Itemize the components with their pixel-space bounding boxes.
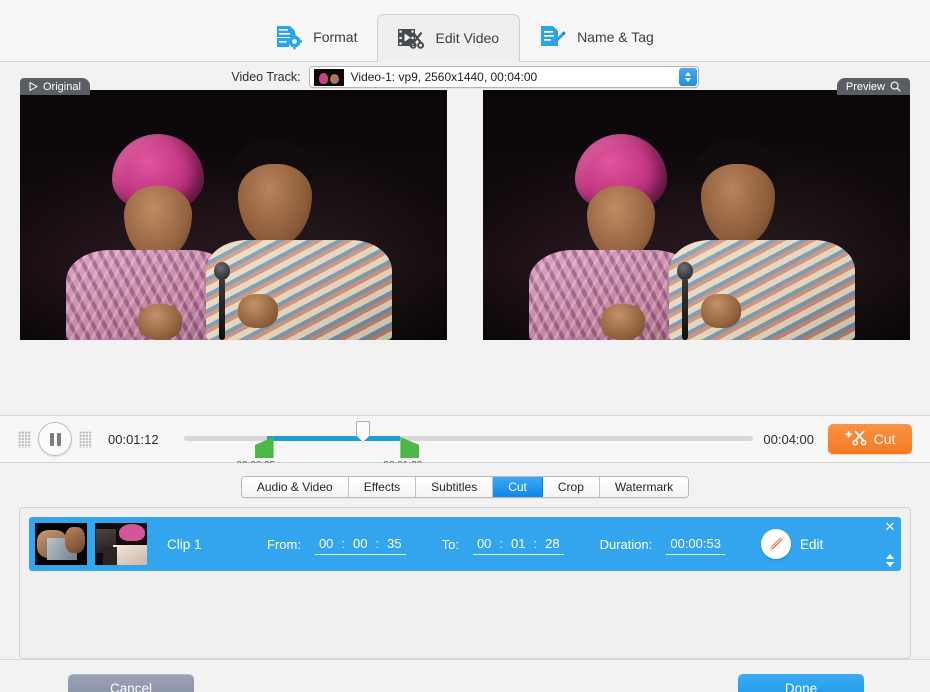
cancel-button-label: Cancel	[109, 681, 153, 692]
clip-list: Clip 1 From: 00 : 00 : 35 To: 00 : 01: …	[19, 507, 911, 659]
transport-bar: 00:01:12 00:00:35 00:01:28 00:04:00 Cut	[0, 415, 930, 471]
time-separator: :	[375, 535, 380, 551]
clip-to-field[interactable]: To: 00 : 01 : 28	[442, 534, 564, 555]
sub-tab-subtitles[interactable]: Subtitles	[416, 477, 494, 497]
document-gear-icon	[274, 24, 303, 50]
video-thumbnail-icon	[313, 68, 344, 86]
sub-tab-watermark[interactable]: Watermark	[599, 477, 689, 497]
dialog-footer: Cancel Done	[0, 659, 930, 692]
video-track-label: Video Track:	[231, 70, 301, 84]
clip-from-minutes[interactable]: 00	[353, 536, 367, 551]
video-track-select[interactable]: Video-1: vp9, 2560x1440, 00:04:00	[308, 66, 699, 88]
tab-edit-video-label: Edit Video	[435, 30, 500, 46]
clip-duration-label: Duration:	[599, 536, 653, 552]
tab-name-and-tag-label: Name & Tag	[577, 29, 654, 45]
drag-grip-left-icon[interactable]	[18, 430, 31, 448]
tab-format-label: Format	[313, 29, 358, 45]
clip-to-hours[interactable]: 00	[477, 536, 491, 551]
clip-edit-button[interactable]: Edit	[760, 529, 824, 559]
clip-name: Clip 1	[167, 536, 202, 552]
clip-row[interactable]: Clip 1 From: 00 : 00 : 35 To: 00 : 01: …	[29, 517, 901, 571]
preview-video-frame[interactable]	[483, 90, 910, 340]
close-icon[interactable]: ✕	[885, 520, 896, 533]
clip-thumbnail-end-icon	[95, 523, 147, 565]
preview-section: Video Track: Video-1: vp9, 2560x1440, 00…	[0, 62, 930, 415]
preview-frame-image	[483, 90, 910, 340]
tab-name-and-tag[interactable]: Name & Tag	[520, 13, 674, 61]
cancel-button[interactable]: Cancel	[68, 673, 194, 692]
drag-grip-right-icon[interactable]	[79, 430, 92, 448]
pause-icon[interactable]	[38, 422, 72, 456]
sub-tab-crop[interactable]: Crop	[542, 477, 600, 497]
sub-tab-crop-label: Crop	[557, 480, 584, 494]
current-time: 00:01:12	[108, 431, 159, 447]
time-separator: :	[341, 535, 346, 551]
original-video-frame[interactable]	[20, 90, 447, 340]
clip-duration-value: 00:00:53	[666, 534, 725, 555]
clip-duration-field: Duration: 00:00:53	[600, 534, 725, 555]
time-separator: :	[499, 535, 504, 551]
add-cut-label: Cut	[873, 431, 896, 447]
pencil-circle-icon	[760, 529, 791, 559]
clip-to-minutes[interactable]: 01	[511, 536, 525, 551]
sub-tab-watermark-label: Watermark	[614, 480, 674, 494]
edit-panel: Audio & Video Effects Subtitles Cut Crop…	[0, 463, 930, 659]
sub-tab-cut-label: Cut	[508, 480, 527, 494]
original-pane: Original	[20, 78, 447, 340]
video-track-row: Video Track: Video-1: vp9, 2560x1440, 00…	[0, 62, 930, 92]
clip-to-label: To:	[441, 536, 459, 552]
stepper-updown-icon[interactable]	[886, 554, 894, 567]
plus-scissors-icon	[845, 429, 867, 449]
timeline-selection[interactable]	[266, 436, 401, 441]
video-frame-image	[20, 90, 447, 340]
clip-to-seconds[interactable]: 28	[545, 536, 559, 551]
preview-panes: Original Preview	[0, 78, 930, 340]
sub-tab-audio-and-video-label: Audio & Video	[256, 480, 333, 494]
sub-tab-subtitles-label: Subtitles	[431, 480, 478, 494]
tab-edit-video[interactable]: Edit Video	[377, 14, 521, 62]
done-button[interactable]: Done	[738, 673, 864, 692]
clip-to-value[interactable]: 00 : 01 : 28	[472, 534, 564, 555]
sub-tab-effects-label: Effects	[363, 480, 401, 494]
clip-edit-label: Edit	[799, 536, 824, 552]
clip-from-hours[interactable]: 00	[319, 536, 333, 551]
film-scissors-icon	[396, 25, 425, 51]
clip-thumbnail-start-icon	[35, 523, 87, 565]
preview-pane: Preview	[483, 78, 910, 340]
edit-video-dialog: Format Edit Video Name & Tag Video Track…	[0, 0, 930, 692]
clip-from-seconds[interactable]: 35	[387, 536, 401, 551]
sub-tab-effects[interactable]: Effects	[348, 477, 417, 497]
stepper-updown-icon[interactable]	[678, 68, 697, 86]
timeline-track[interactable]: 00:00:35 00:01:28	[184, 415, 754, 471]
sub-tab-cut[interactable]: Cut	[493, 477, 543, 497]
sub-tab-audio-and-video[interactable]: Audio & Video	[241, 477, 349, 497]
video-track-value: Video-1: vp9, 2560x1440, 00:04:00	[350, 70, 538, 84]
tab-format[interactable]: Format	[256, 13, 377, 61]
clip-row-controls: ✕	[879, 517, 901, 571]
clip-from-value[interactable]: 00 : 00 : 35	[314, 534, 406, 555]
edit-sub-tab-bar: Audio & Video Effects Subtitles Cut Crop…	[19, 476, 911, 498]
total-time: 00:04:00	[763, 431, 814, 447]
add-cut-button[interactable]: Cut	[828, 424, 912, 454]
clip-from-label: From:	[267, 536, 301, 552]
done-button-label: Done	[784, 681, 818, 692]
clip-from-field[interactable]: From: 00 : 00 : 35	[267, 534, 406, 555]
document-pencil-icon	[538, 24, 566, 50]
time-separator: :	[533, 535, 538, 551]
top-tab-bar: Format Edit Video Name & Tag	[0, 0, 930, 62]
